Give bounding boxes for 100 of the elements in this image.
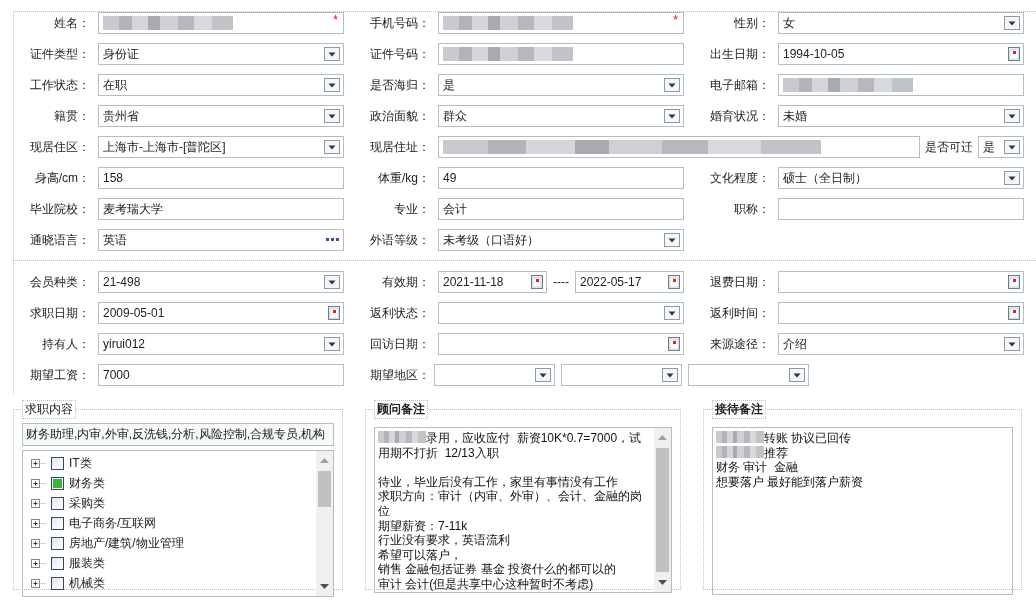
field-label: 返利状态： [369, 305, 431, 322]
field-label: 回访日期： [369, 336, 431, 353]
note-text: 用期不打折 12/13入职 [378, 445, 499, 460]
note-text: 录用，应收应付 薪资10K*0.7=7000，试 [426, 431, 642, 445]
input-field[interactable]: 158 [98, 167, 344, 189]
field-label: 证件类型： [29, 46, 91, 63]
expand-icon[interactable] [31, 558, 46, 568]
calendar-icon[interactable] [531, 275, 543, 289]
checkbox[interactable] [51, 576, 64, 590]
checkbox[interactable] [51, 536, 64, 550]
checkbox[interactable] [51, 516, 64, 530]
checkbox[interactable] [51, 496, 64, 510]
input-field[interactable] [778, 74, 1024, 96]
checkbox[interactable] [51, 476, 64, 490]
date-field[interactable] [778, 302, 1024, 324]
tree-item-label[interactable]: IT类 [69, 454, 92, 472]
checkbox[interactable] [51, 456, 64, 470]
field-label: 是否海归： [369, 77, 431, 94]
blurred-text-block [378, 431, 426, 443]
field-label: 婚育状况： [709, 108, 771, 125]
tree-item-label[interactable]: 电子商务/互联网 [69, 514, 157, 532]
field-label: 证件号码： [369, 46, 431, 63]
dropdown[interactable]: 是 [438, 74, 684, 96]
field-label: 性别： [733, 15, 771, 32]
expand-icon[interactable] [31, 458, 46, 468]
picker-field[interactable]: 英语 [98, 229, 344, 251]
input-field[interactable]: 麦考瑞大学 [98, 198, 344, 220]
field-label: 职称： [733, 201, 771, 218]
date-field[interactable]: 1994-10-05 [778, 43, 1024, 65]
field-label: 电子邮箱： [709, 77, 771, 94]
required-mark: * [673, 14, 678, 26]
date-field[interactable]: 2009-05-01 [98, 302, 344, 324]
calendar-icon[interactable] [1008, 306, 1020, 320]
field-label: 现居住区： [29, 139, 91, 156]
field-label: 政治面貌： [369, 108, 431, 125]
input-field[interactable]: * [438, 12, 684, 34]
calendar-icon[interactable] [668, 275, 680, 289]
field-label: 工作状态： [29, 77, 91, 94]
field-label: 籍贯： [53, 108, 91, 125]
expand-icon[interactable] [31, 478, 46, 488]
note-text: 期望薪资：7-11k [378, 518, 468, 533]
blurred-text-block [716, 431, 764, 443]
expand-icon[interactable] [31, 498, 46, 508]
dropdown[interactable]: 在职 [98, 74, 344, 96]
expand-icon[interactable] [31, 518, 46, 528]
note-text: 转账 协议已回传 [764, 431, 852, 445]
input-field[interactable]: 财务助理,内审,外审,反洗钱,分析,风险控制,合规专员,机构 [22, 423, 334, 446]
input-field[interactable]: * [98, 12, 344, 34]
dropdown[interactable]: 是 [978, 136, 1024, 158]
tree-item-label[interactable]: 房地产/建筑/物业管理 [69, 534, 184, 552]
note-text: 行业没有要求，英语流利 [378, 533, 510, 548]
input-field[interactable] [438, 43, 684, 65]
calendar-icon[interactable] [1008, 275, 1020, 289]
checkbox[interactable] [51, 556, 64, 570]
notes-textarea[interactable]: 录用，应收应付 薪资10K*0.7=7000，试 用期不打折 12/13入职 待业，毕业后没有工作，家里有事情没有工作 求职方向：审计（内审、外审）、会计、金融的岗位 期望薪资：7-11k 行业没有要求，英语流利 希望可以落户， 销售 金融包括证券 基金 投资什么的都可以的 审计 会计(但是共享中心这种暂时不考虑) [374, 427, 672, 593]
dropdown[interactable]: 贵州省 [98, 105, 344, 127]
note-text: 审计 会计(但是共享中心这种暂时不考虑) [378, 576, 594, 591]
calendar-icon[interactable] [668, 337, 680, 351]
date-field[interactable] [438, 333, 684, 355]
dropdown[interactable]: 身份证 [98, 43, 344, 65]
input-field[interactable] [778, 198, 1024, 220]
expand-icon[interactable] [31, 578, 46, 588]
dropdown[interactable]: 硕士（全日制） [778, 167, 1024, 189]
field-label: 出生日期： [709, 46, 771, 63]
dropdown[interactable]: 群众 [438, 105, 684, 127]
dropdown[interactable]: 女 [778, 12, 1024, 34]
input-field[interactable] [438, 136, 920, 158]
notes-textarea[interactable]: 转账 协议已回传 推荐 财务 审计 金融 想要落户 最好能到落户薪资 [712, 427, 1013, 595]
calendar-icon[interactable] [1008, 47, 1020, 61]
date-field[interactable]: 2021-11-18 [438, 271, 547, 293]
dropdown[interactable]: 上海市-上海市-[普陀区] [98, 136, 344, 158]
note-text: 待业，毕业后没有工作，家里有事情没有工作 [378, 474, 618, 489]
tree-item-label[interactable]: 机械类 [69, 574, 105, 592]
panel-title: 求职内容 [22, 400, 76, 419]
field-label: 体重/kg： [377, 170, 431, 187]
scrollbar[interactable] [316, 451, 333, 596]
dropdown[interactable]: 21-498 [98, 271, 344, 293]
dropdown[interactable]: 未婚 [778, 105, 1024, 127]
date-field[interactable]: 2022-05-17 [575, 271, 684, 293]
input-field[interactable]: 会计 [438, 198, 684, 220]
input-field[interactable]: 49 [438, 167, 684, 189]
dropdown[interactable]: 未考级（口语好） [438, 229, 684, 251]
note-text: 想要落户 最好能到落户薪资 [716, 474, 864, 489]
field-label: 手机号码： [369, 15, 431, 32]
note-text: 希望可以落户， [378, 547, 462, 562]
input-field[interactable]: 7000 [98, 364, 344, 386]
dropdown[interactable]: yirui012 [98, 333, 344, 355]
expand-icon[interactable] [31, 538, 46, 548]
dropdown[interactable]: 介绍 [778, 333, 1024, 355]
tree-item-label[interactable]: 财务类 [69, 474, 105, 492]
date-field[interactable] [778, 271, 1024, 293]
tree-item-label[interactable]: 采购类 [69, 494, 105, 512]
panel-title: 接待备注 [712, 400, 766, 419]
tree-item-label[interactable]: 服装类 [69, 554, 105, 572]
field-label: 会员种类： [29, 274, 91, 291]
scrollbar[interactable] [654, 428, 671, 592]
ellipsis-icon[interactable] [326, 238, 340, 242]
field-label: 身高/cm： [33, 170, 91, 187]
field-label: 有效期： [381, 274, 431, 291]
calendar-icon[interactable] [328, 306, 340, 320]
